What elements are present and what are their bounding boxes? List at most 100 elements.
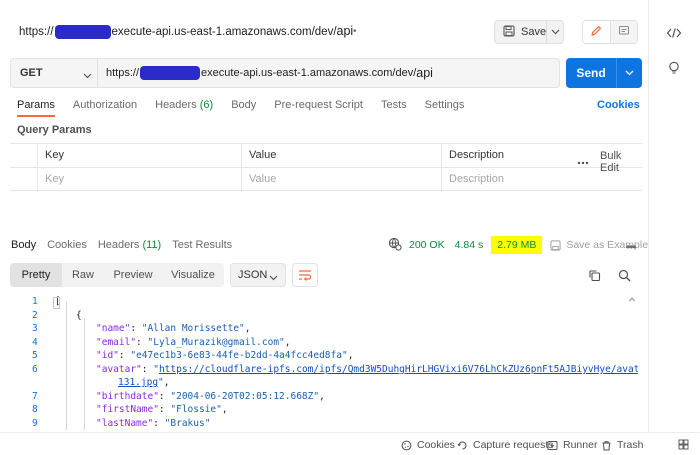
save-button[interactable]: Save (495, 21, 547, 43)
redacted-host-block (140, 66, 201, 80)
json-key: "id" (96, 350, 119, 361)
tab-prerequest-script[interactable]: Pre-request Script (274, 99, 363, 117)
edit-mode-button[interactable] (583, 21, 611, 43)
avatar-url-link[interactable]: https://cloudflare-ipfs.com/ipfs/Qmd3W5D… (159, 364, 638, 375)
response-body-viewer[interactable]: 1 2 3 4 5 6 7 8 9 [ { "name": "Allan Mor… (10, 294, 638, 430)
url-prefix: https:// (106, 67, 140, 79)
description-input[interactable]: Description (444, 168, 640, 192)
tab-test-results[interactable]: Test Results (172, 239, 232, 251)
line-number: 8 (32, 404, 38, 415)
view-raw[interactable]: Raw (62, 263, 104, 287)
response-tabs: Body Cookies Headers (11) Test Results (11, 239, 243, 251)
send-button[interactable]: Send (566, 58, 617, 88)
json-key: "firstName" (96, 404, 159, 415)
statusbar-runner[interactable]: Runner (547, 439, 597, 451)
json-value: "Flossie" (170, 404, 222, 415)
json-key: "lastName" (96, 418, 154, 429)
json-line-firstname: "firstName": "Flossie", (96, 404, 228, 415)
tab-body[interactable]: Body (231, 99, 256, 117)
format-select[interactable]: JSON (230, 263, 286, 287)
statusbar-runner-label: Runner (563, 439, 598, 451)
vertical-scrollbar[interactable] (628, 296, 636, 430)
runner-icon (547, 440, 558, 450)
json-line-avatar-cont: 131.jpg", (118, 377, 170, 388)
response-time[interactable]: 4.84 s (455, 239, 484, 251)
right-sidebar (648, 0, 700, 432)
tab-headers-count: (6) (199, 99, 214, 111)
key-input[interactable]: Key (40, 168, 240, 192)
tab-settings[interactable]: Settings (425, 99, 465, 117)
statusbar-trash-label: Trash (617, 439, 644, 451)
comment-mode-button[interactable] (610, 21, 637, 43)
json-key: "birthdate" (96, 391, 159, 402)
view-visualize[interactable]: Visualize (162, 263, 224, 287)
method-label: GET (20, 67, 43, 79)
tab-response-headers[interactable]: Headers (11) (98, 239, 161, 251)
query-params-label: Query Params (17, 124, 92, 136)
request-title[interactable]: https:// execute-api.us-east-1.amazonaws.… (19, 24, 353, 39)
statusbar-capture-requests[interactable]: Capture requests (457, 439, 554, 451)
unsaved-dot: • (353, 26, 357, 37)
help-grid-icon (678, 439, 689, 450)
method-select[interactable]: GET (10, 58, 98, 88)
tab-response-headers-count: (11) (142, 239, 162, 251)
line-number: 2 (32, 310, 38, 321)
tab-response-headers-label: Headers (97, 239, 140, 251)
statusbar-help[interactable] (678, 439, 689, 450)
value-input[interactable]: Value (244, 168, 440, 192)
view-preview[interactable]: Preview (104, 263, 162, 287)
statusbar-trash[interactable]: Trash (601, 439, 643, 451)
code-snippet-icon[interactable] (665, 24, 683, 42)
line-number: 9 (32, 418, 38, 429)
lightbulb-icon[interactable] (665, 59, 683, 77)
view-pretty[interactable]: Pretty (10, 263, 62, 287)
send-dropdown-button[interactable] (617, 70, 642, 76)
save-label: Save (521, 26, 547, 38)
indent-guide (66, 302, 67, 430)
statusbar-cookies[interactable]: Cookies (401, 439, 455, 451)
pencil-icon (590, 25, 602, 40)
tab-response-cookies[interactable]: Cookies (47, 239, 87, 251)
more-options-icon[interactable]: ••• (626, 240, 637, 254)
word-wrap-button[interactable] (292, 263, 318, 287)
trash-icon (602, 440, 611, 450)
request-tabs: Params Authorization Headers (6) Body Pr… (17, 99, 482, 117)
more-options-icon[interactable] (577, 156, 589, 168)
globe-network-icon[interactable] (388, 237, 402, 254)
line-number: 6 (32, 364, 38, 375)
line-number: 1 (32, 296, 38, 307)
statusbar-cookies-label: Cookies (417, 439, 455, 451)
avatar-url-link-cont[interactable]: 131.jpg (118, 377, 158, 388)
line-number: 3 (32, 323, 38, 334)
comment-icon (618, 25, 630, 40)
search-icon[interactable] (616, 267, 632, 283)
cookies-link[interactable]: Cookies (597, 99, 640, 111)
line-number: 4 (32, 337, 38, 348)
tab-authorization[interactable]: Authorization (73, 99, 137, 117)
tab-headers[interactable]: Headers (6) (155, 99, 213, 117)
tab-response-body[interactable]: Body (11, 239, 36, 251)
indent-guide (84, 318, 85, 430)
json-value: "e47ec1b3-6e83-44fe-b2dd-4a4fcc4ed8fa" (130, 350, 348, 361)
json-key: "avatar" (96, 364, 142, 375)
title-url-tail: api (336, 24, 354, 38)
url-input[interactable]: https:// execute-api.us-east-1.amazonaws.… (98, 58, 560, 88)
cookie-icon (401, 440, 412, 450)
query-params-table: Key Value Description Bulk Edit Key Valu… (10, 143, 642, 192)
floppy-disk-icon (503, 24, 515, 40)
status-code[interactable]: 200 OK (409, 239, 445, 251)
response-size[interactable]: 2.79 MB (491, 236, 543, 254)
url-suffix: execute-api.us-east-1.amazonaws.com/dev/ (201, 67, 417, 79)
chevron-down-icon (269, 272, 278, 284)
chevron-down-icon (83, 70, 92, 82)
table-row: Key Value Description (10, 168, 642, 192)
capture-icon (457, 441, 467, 449)
tab-tests[interactable]: Tests (381, 99, 407, 117)
response-meta: 200 OK 4.84 s 2.79 MB Save as Example (388, 236, 648, 254)
header-value: Value (249, 149, 277, 161)
tab-params[interactable]: Params (17, 99, 55, 117)
copy-icon[interactable] (586, 267, 602, 283)
request-title-row: https:// execute-api.us-east-1.amazonaws.… (0, 0, 648, 62)
save-dropdown-button[interactable] (547, 21, 563, 43)
json-key: "email" (96, 337, 137, 348)
